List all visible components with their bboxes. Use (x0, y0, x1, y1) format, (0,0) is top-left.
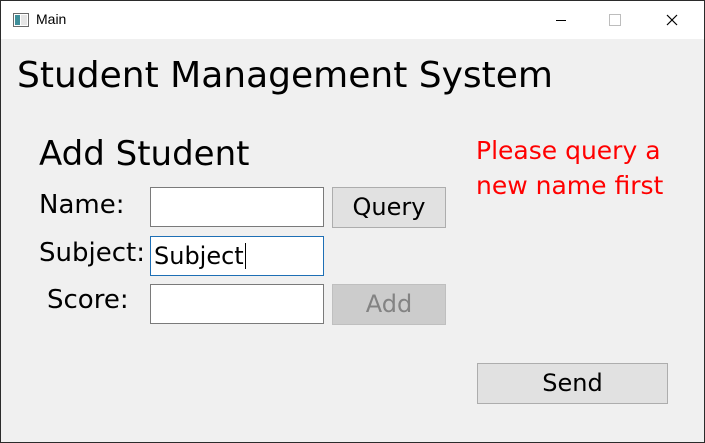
text-caret (244, 243, 246, 269)
subject-input[interactable]: Subject (150, 236, 324, 276)
title-bar[interactable]: Main (1, 1, 704, 39)
score-input[interactable] (150, 284, 324, 324)
close-icon (666, 14, 678, 26)
name-input[interactable] (150, 187, 324, 227)
query-button[interactable]: Query (332, 187, 446, 228)
add-student-heading: Add Student (39, 134, 250, 174)
add-button[interactable]: Add (332, 284, 446, 325)
maximize-icon (609, 14, 621, 26)
close-button[interactable] (649, 1, 695, 39)
window-title: Main (36, 11, 67, 27)
status-message: Please query a new name first (476, 136, 664, 200)
app-heading: Student Management System (17, 55, 553, 96)
subject-label: Subject: (39, 238, 145, 268)
minimize-button[interactable] (538, 1, 584, 39)
score-label: Score: (47, 285, 129, 315)
maximize-button[interactable] (592, 1, 638, 39)
app-window-icon (13, 13, 29, 27)
main-window: Main Student Management System Add Stude… (0, 0, 705, 443)
minimize-icon (556, 20, 566, 21)
send-button[interactable]: Send (477, 363, 668, 404)
name-label: Name: (39, 190, 125, 220)
subject-input-value: Subject (154, 242, 244, 270)
